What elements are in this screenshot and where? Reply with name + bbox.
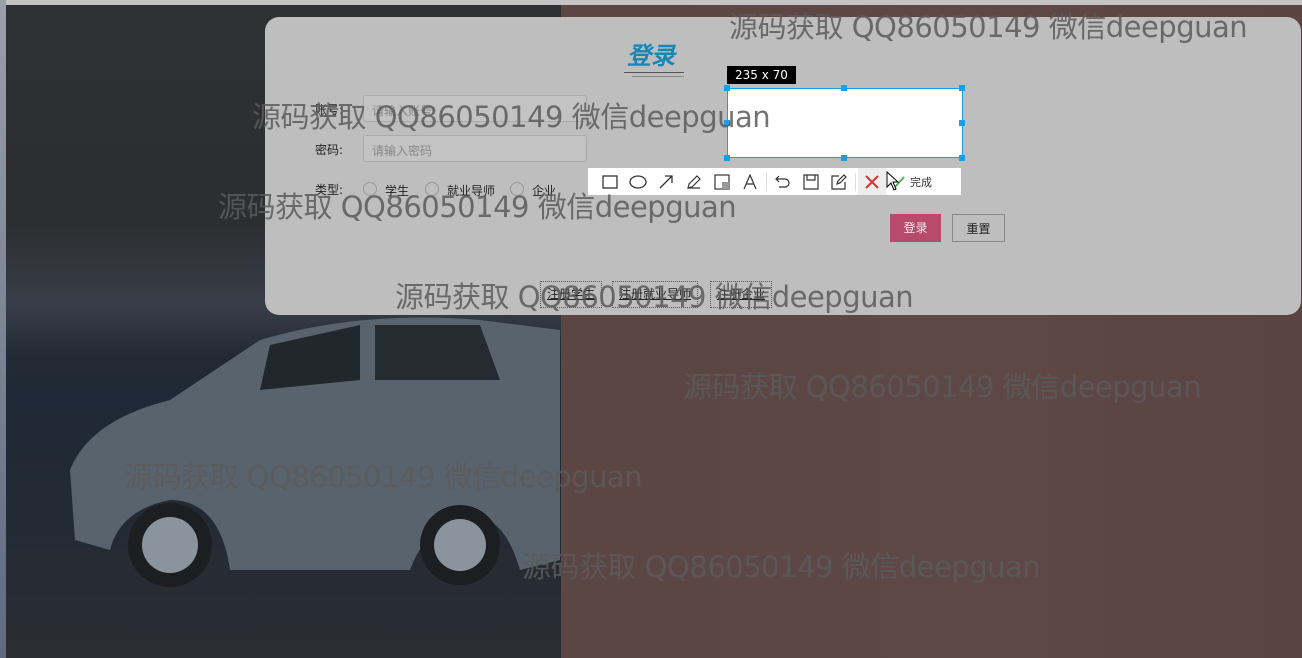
title-underline xyxy=(632,76,684,77)
password-input[interactable]: 请输入密码 xyxy=(363,135,587,162)
password-label: 密码: xyxy=(315,143,344,157)
resize-handle[interactable] xyxy=(841,85,847,91)
resize-handle[interactable] xyxy=(959,120,965,126)
watermark: 源码获取 QQ86050149 微信deepguan xyxy=(522,550,1041,584)
resize-handle[interactable] xyxy=(724,85,730,91)
capture-size-label: 235 x 70 xyxy=(727,66,796,84)
mouse-cursor-icon xyxy=(886,171,900,191)
resize-handle[interactable] xyxy=(724,155,730,161)
login-panel xyxy=(265,17,1301,315)
reset-button[interactable]: 重置 xyxy=(952,214,1005,242)
edit-icon[interactable] xyxy=(825,168,853,195)
text-tool-icon[interactable] xyxy=(736,168,764,195)
watermark: 源码获取 QQ86050149 微信deepguan xyxy=(395,280,914,314)
watermark: 源码获取 QQ86050149 微信deepguan xyxy=(218,190,737,224)
desktop-edge xyxy=(0,0,6,658)
login-button[interactable]: 登录 xyxy=(890,214,941,242)
car-image xyxy=(70,317,560,587)
divider xyxy=(766,172,767,191)
divider xyxy=(855,172,856,191)
undo-icon[interactable] xyxy=(769,168,797,195)
watermark: 源码获取 QQ86050149 微信deepguan xyxy=(729,10,1248,44)
save-icon[interactable] xyxy=(797,168,825,195)
resize-handle[interactable] xyxy=(959,85,965,91)
title-underline xyxy=(624,72,684,73)
cancel-icon[interactable] xyxy=(858,168,886,195)
watermark: 源码获取 QQ86050149 微信deepguan xyxy=(683,370,1202,404)
done-button[interactable]: 完成 xyxy=(910,174,932,190)
watermark: 源码获取 QQ86050149 微信deepguan xyxy=(252,100,771,134)
watermark: 源码获取 QQ86050149 微信deepguan xyxy=(124,460,643,494)
resize-handle[interactable] xyxy=(959,155,965,161)
login-title: 登录 xyxy=(627,42,675,70)
resize-handle[interactable] xyxy=(841,155,847,161)
